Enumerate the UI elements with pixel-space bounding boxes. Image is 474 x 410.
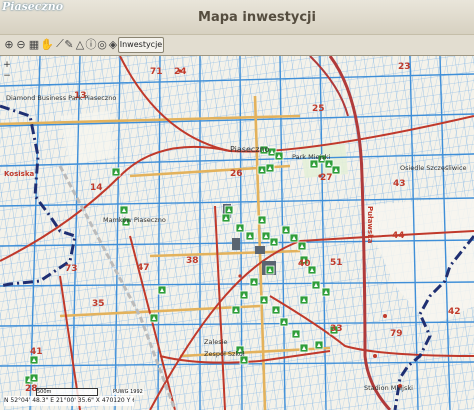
road-label: Kosiska bbox=[4, 170, 34, 178]
place-label: Zespół Szkół bbox=[204, 350, 245, 358]
place-label: Osiedle Szczęśliwice bbox=[400, 164, 467, 172]
region-number: 23 bbox=[398, 62, 411, 72]
road-label: Puławska bbox=[366, 206, 374, 244]
region-number: 44 bbox=[392, 231, 405, 241]
region-number: 51 bbox=[330, 258, 343, 268]
region-number: 73 bbox=[65, 264, 78, 274]
region-number: 40 bbox=[298, 259, 311, 269]
place-label: Diamond Business Park Piaseczno bbox=[6, 94, 116, 102]
map-zoom-out-icon[interactable]: − bbox=[2, 71, 12, 82]
place-label: Stadion Miejski bbox=[364, 384, 413, 392]
map-zoom-in-icon[interactable]: + bbox=[2, 60, 12, 71]
map-svg: 24 23 13 26 27 14 38 40 41 51 42 44 47 7… bbox=[0, 56, 474, 410]
region-number: 47 bbox=[137, 263, 150, 273]
investments-button[interactable]: Inwestycje bbox=[118, 37, 164, 53]
grid-icon[interactable]: ▦ bbox=[27, 37, 41, 51]
region-number: 71 bbox=[150, 67, 163, 77]
map-toolbar: ⊕ ⊖ ▦ ✋ ⟋ ✎ △ ⓘ ◎ ◈ Inwestycje bbox=[0, 34, 474, 56]
region-number: 24 bbox=[174, 67, 187, 77]
region-number: 14 bbox=[90, 183, 103, 193]
scale-bar: 500m bbox=[36, 388, 98, 396]
region-number: 26 bbox=[230, 169, 243, 179]
region-number: 43 bbox=[393, 179, 406, 189]
zoom-out-icon[interactable]: ⊖ bbox=[14, 37, 28, 51]
place-label: Park Miejski bbox=[292, 153, 330, 161]
region-number: 41 bbox=[30, 347, 43, 357]
place-label: Piaseczno bbox=[230, 145, 270, 154]
region-number: 33 bbox=[330, 324, 343, 334]
map-zoom-controls: + − bbox=[2, 60, 12, 82]
region-number: 42 bbox=[448, 307, 461, 317]
pan-icon[interactable]: ✋ bbox=[40, 37, 54, 51]
region-number: 27 bbox=[320, 173, 333, 183]
coordinate-readout: N 52°04' 48.3" E 21°00' 35.6" X 470120 Y… bbox=[4, 396, 134, 406]
place-label: Mamków Piaseczno bbox=[103, 216, 166, 224]
region-number: 38 bbox=[186, 256, 199, 266]
region-number: 25 bbox=[312, 104, 325, 114]
map-canvas[interactable]: 24 23 13 26 27 14 38 40 41 51 42 44 47 7… bbox=[0, 56, 474, 410]
page-title: Mapa inwestycji bbox=[198, 10, 316, 25]
grid-reference: PUWG 1992 bbox=[112, 389, 144, 395]
place-label: Zalesie bbox=[204, 338, 227, 346]
region-number: 79 bbox=[390, 329, 403, 339]
app-header: Piaseczno Mapa inwestycji bbox=[0, 0, 474, 34]
region-number: 35 bbox=[92, 299, 105, 309]
